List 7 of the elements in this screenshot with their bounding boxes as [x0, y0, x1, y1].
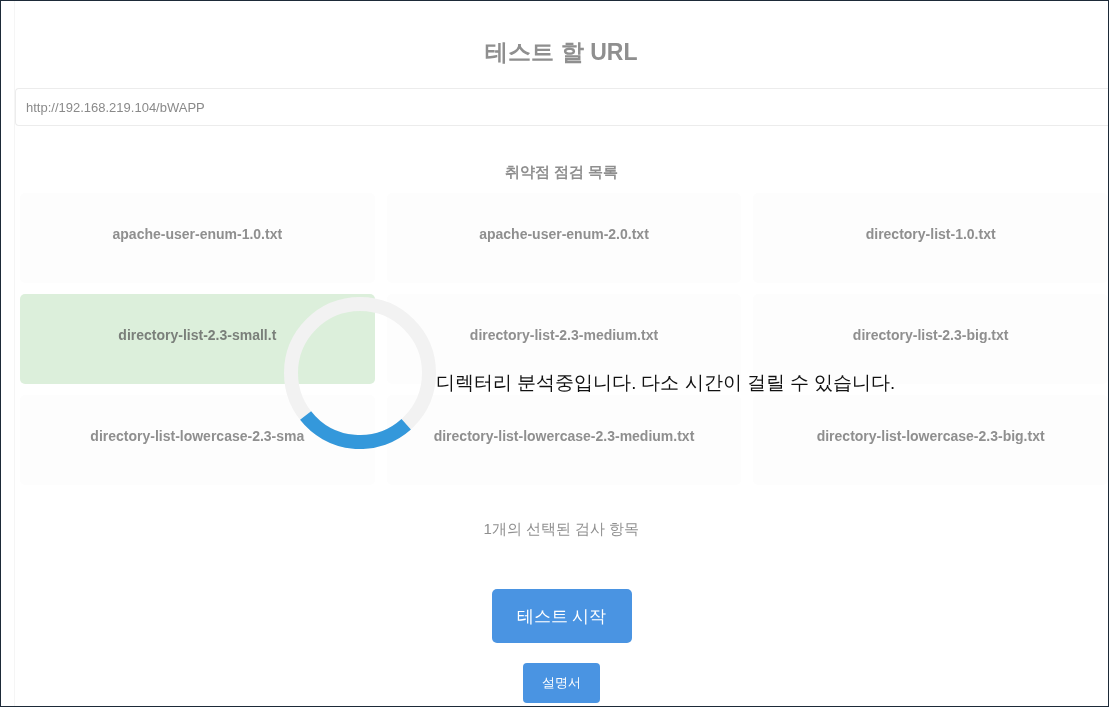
selection-count-text: 1개의 선택된 검사 항목 — [483, 519, 640, 539]
start-test-button[interactable]: 테스트 시작 — [491, 589, 632, 643]
url-input[interactable]: http://192.168.219.104/bWAPP — [15, 88, 1108, 126]
url-heading: 테스트 할 URL — [485, 38, 638, 67]
manual-button[interactable]: 설명서 — [523, 663, 600, 703]
wordlist-heading: 취약점 점검 목록 — [504, 162, 619, 182]
wordlist-option[interactable]: directory-list-2.3-small.t — [20, 294, 375, 384]
